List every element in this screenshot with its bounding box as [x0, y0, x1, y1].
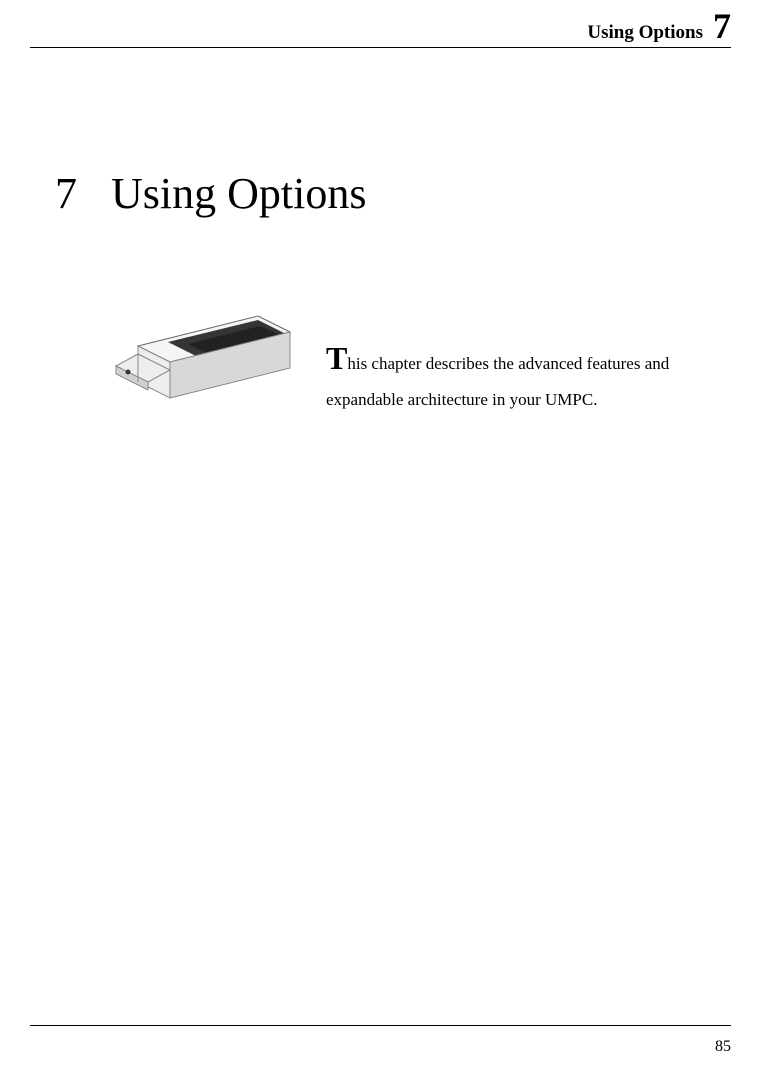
intro-text: his chapter describes the advanced featu… — [326, 354, 669, 409]
intro-paragraph: This chapter describes the advanced feat… — [326, 294, 731, 417]
header-rule — [30, 47, 731, 48]
drive-illustration — [100, 294, 300, 414]
page-number: 85 — [715, 1038, 731, 1056]
header-title: Using Options — [587, 22, 703, 44]
chapter-number: 7 — [55, 168, 111, 219]
header-chapter-number: 7 — [713, 8, 731, 44]
intro-drop-cap: T — [326, 340, 347, 376]
chapter-title: Using Options — [111, 168, 366, 219]
chapter-heading: 7 Using Options — [55, 168, 366, 219]
intro-content-row: This chapter describes the advanced feat… — [100, 294, 731, 417]
footer-rule — [30, 1025, 731, 1026]
page-header: Using Options 7 — [587, 8, 731, 44]
